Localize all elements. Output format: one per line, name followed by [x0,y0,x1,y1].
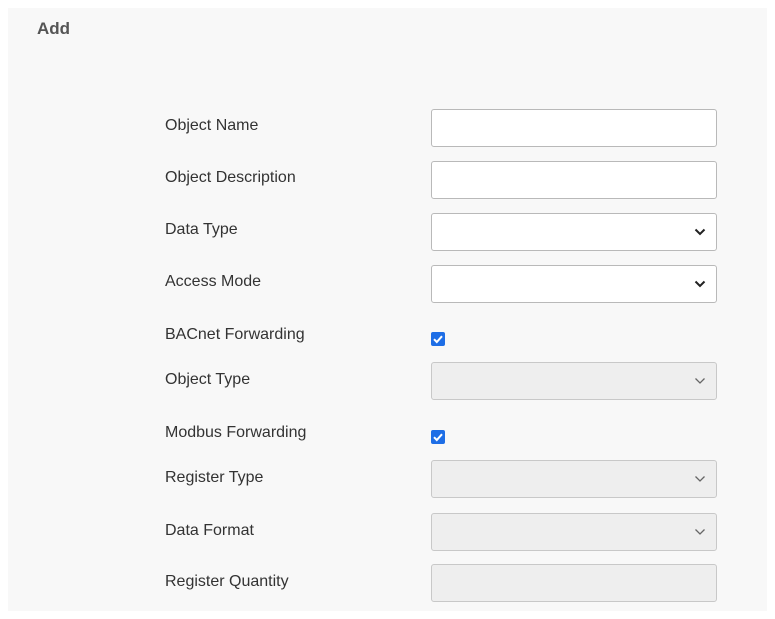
access-mode-select[interactable] [431,265,717,303]
bacnet-forwarding-label: BACnet Forwarding [165,326,305,343]
register-type-label: Register Type [165,469,264,486]
chevron-down-icon [694,228,706,236]
object-name-label: Object Name [165,117,259,134]
page-title: Add [37,19,71,38]
data-format-label: Data Format [165,522,254,539]
chevron-down-icon [695,529,705,535]
checkmark-icon [433,433,443,442]
data-format-select[interactable] [431,513,717,551]
add-form-panel: Add Object Name Object Description Data … [8,8,767,611]
register-type-select[interactable] [431,460,717,498]
object-name-input[interactable] [431,109,717,147]
object-description-input[interactable] [431,161,717,199]
object-type-select[interactable] [431,362,717,400]
register-quantity-label: Register Quantity [165,573,289,590]
register-quantity-input[interactable] [431,564,717,602]
access-mode-label: Access Mode [165,273,262,290]
chevron-down-icon [695,476,705,482]
chevron-down-icon [695,378,705,384]
object-description-label: Object Description [165,169,296,186]
bacnet-forwarding-checkbox[interactable] [431,332,445,346]
data-type-label: Data Type [165,221,238,238]
modbus-forwarding-label: Modbus Forwarding [165,424,307,441]
modbus-forwarding-checkbox[interactable] [431,430,445,444]
data-type-select[interactable] [431,213,717,251]
checkmark-icon [433,335,443,344]
chevron-down-icon [694,280,706,288]
object-type-label: Object Type [165,371,251,388]
